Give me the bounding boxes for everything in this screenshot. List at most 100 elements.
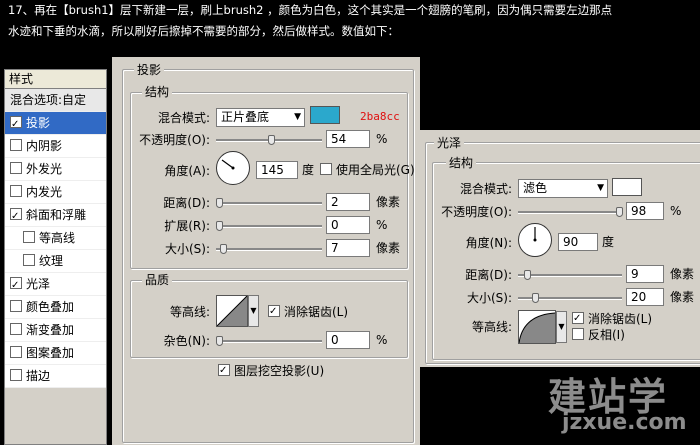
style-item-texture[interactable]: 纹理 [5, 250, 106, 273]
angle-label: 角度(A): [164, 164, 210, 178]
satin-opacity-label: 不透明度(O): [441, 205, 512, 219]
style-item-inner-shadow[interactable]: 内阴影 [5, 135, 106, 158]
spread-label: 扩展(R): [164, 219, 210, 233]
satin-size-input[interactable]: 20 [626, 288, 664, 306]
distance-label: 距离(D): [163, 196, 210, 210]
opacity-input[interactable]: 54 [326, 130, 370, 148]
noise-input[interactable]: 0 [326, 331, 370, 349]
satin-distance-label: 距离(D): [465, 268, 512, 282]
checkbox-icon[interactable] [218, 362, 230, 380]
satin-distance-input[interactable]: 9 [626, 265, 664, 283]
satin-angle-dial-needle [533, 227, 537, 242]
distance-unit: 像素 [376, 195, 401, 209]
satin-opacity-slider-thumb[interactable] [616, 207, 623, 217]
opacity-unit: % [376, 132, 388, 146]
noise-slider[interactable] [216, 340, 322, 343]
satin-opacity-unit: % [670, 204, 682, 218]
style-item-bevel-emboss[interactable]: 斜面和浮雕 [5, 204, 106, 228]
checkbox-icon[interactable] [10, 185, 22, 197]
styles-list: 混合选项:自定 投影 内阴影 外发光 内发光 斜面和浮雕 等高线 纹理 光泽 颜… [5, 89, 106, 388]
satin-distance-slider[interactable] [518, 274, 622, 277]
size-slider[interactable] [216, 248, 322, 251]
style-item-pattern-overlay[interactable]: 图案叠加 [5, 342, 106, 365]
style-item-satin[interactable]: 光泽 [5, 273, 106, 297]
satin-opacity-slider[interactable] [518, 211, 622, 214]
shadow-color-hex: 2ba8cc [360, 110, 400, 123]
noise-slider-thumb[interactable] [216, 336, 223, 346]
style-item-drop-shadow[interactable]: 投影 [5, 112, 106, 136]
satin-blend-mode-select[interactable]: 滤色 ▼ [518, 179, 608, 198]
style-item-inner-glow[interactable]: 内发光 [5, 181, 106, 204]
checkbox-icon[interactable] [23, 231, 35, 243]
satin-angle-input[interactable]: 90 [558, 233, 598, 251]
checkbox-icon[interactable] [10, 346, 22, 358]
size-input[interactable]: 7 [326, 239, 370, 257]
size-label: 大小(S): [164, 242, 210, 256]
checkbox-icon[interactable] [10, 206, 22, 228]
satin-contour-preview[interactable] [518, 310, 556, 344]
styles-panel-title: 样式 [5, 70, 106, 89]
style-item-contour[interactable]: 等高线 [5, 227, 106, 250]
satin-blend-mode-label: 混合模式: [459, 182, 512, 196]
angle-dial[interactable] [216, 151, 250, 185]
satin-angle-label: 角度(N): [465, 236, 512, 250]
distance-slider-thumb[interactable] [216, 198, 223, 208]
satin-opacity-input[interactable]: 98 [626, 202, 664, 220]
antialias-checkbox[interactable]: 消除锯齿(L) [268, 303, 348, 321]
checkbox-icon[interactable] [572, 328, 584, 340]
site-watermark-url: jzxue.com [562, 410, 687, 435]
contour-label: 等高线: [169, 305, 210, 319]
angle-unit: 度 [302, 163, 315, 177]
checkbox-icon[interactable] [10, 369, 22, 381]
styles-panel: 样式 混合选项:自定 投影 内阴影 外发光 内发光 斜面和浮雕 等高线 纹理 光… [4, 69, 107, 445]
drop-shadow-panel: 投影 结构 混合模式: 正片叠底 ▼ 2ba8cc 不透明度(O): 54 % 角… [112, 57, 420, 445]
blend-options-item[interactable]: 混合选项:自定 [5, 89, 106, 112]
checkbox-icon[interactable] [572, 310, 584, 328]
spread-input[interactable]: 0 [326, 216, 370, 234]
structure-title: 结构 [142, 85, 173, 99]
satin-angle-dial[interactable] [518, 223, 552, 257]
satin-size-label: 大小(S): [466, 291, 512, 305]
checkbox-icon[interactable] [10, 162, 22, 174]
checkbox-icon[interactable] [10, 300, 22, 312]
opacity-slider-thumb[interactable] [268, 135, 275, 145]
style-item-gradient-overlay[interactable]: 渐变叠加 [5, 319, 106, 342]
blend-mode-select[interactable]: 正片叠底 ▼ [216, 108, 305, 127]
distance-slider[interactable] [216, 202, 322, 205]
checkbox-icon[interactable] [268, 303, 280, 321]
contour-dropdown-button[interactable]: ▼ [248, 295, 259, 327]
style-item-stroke[interactable]: 描边 [5, 365, 106, 388]
dropdown-arrow-icon: ▼ [294, 112, 301, 122]
spread-unit: % [376, 218, 388, 232]
contour-preview[interactable] [216, 295, 248, 327]
spread-slider-thumb[interactable] [216, 221, 223, 231]
satin-size-slider-thumb[interactable] [532, 293, 539, 303]
tutorial-caption: 17、再在【brush1】层下新建一层，刷上brush2 ，颜色为白色，这个其实… [8, 0, 698, 42]
satin-color-swatch[interactable] [612, 178, 642, 196]
contour-linear-icon [216, 295, 248, 327]
opacity-label: 不透明度(O): [139, 133, 210, 147]
shadow-color-swatch[interactable] [310, 106, 340, 124]
checkbox-icon[interactable] [10, 275, 22, 297]
spread-slider[interactable] [216, 225, 322, 228]
satin-size-unit: 像素 [670, 290, 695, 304]
style-item-color-overlay[interactable]: 颜色叠加 [5, 296, 106, 319]
satin-structure-title: 结构 [446, 156, 477, 170]
distance-input[interactable]: 2 [326, 193, 370, 211]
checkbox-icon[interactable] [10, 114, 22, 136]
contour-curve-icon [518, 312, 556, 344]
size-slider-thumb[interactable] [220, 244, 227, 254]
satin-angle-unit: 度 [602, 235, 615, 249]
satin-distance-slider-thumb[interactable] [524, 270, 531, 280]
angle-input[interactable]: 145 [256, 161, 298, 179]
style-item-outer-glow[interactable]: 外发光 [5, 158, 106, 181]
satin-contour-dropdown-button[interactable]: ▼ [556, 311, 567, 343]
checkbox-icon[interactable] [23, 254, 35, 266]
satin-invert-checkbox[interactable]: 反相(I) [572, 326, 625, 344]
checkbox-icon[interactable] [10, 323, 22, 335]
checkbox-icon[interactable] [320, 163, 332, 175]
checkbox-icon[interactable] [10, 139, 22, 151]
global-light-checkbox[interactable]: 使用全局光(G) [320, 161, 415, 179]
knockout-checkbox[interactable]: 图层挖空投影(U) [218, 362, 324, 380]
noise-label: 杂色(N): [163, 334, 210, 348]
